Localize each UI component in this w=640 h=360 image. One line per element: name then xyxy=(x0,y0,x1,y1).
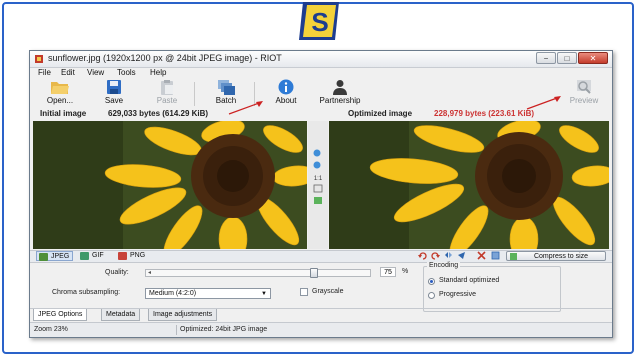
options-tabs: JPEG Options Metadata Image adjustments xyxy=(30,308,612,321)
toolbar-separator xyxy=(194,82,195,106)
encoding-title: Encoding xyxy=(427,262,461,269)
window-title: sunflower.jpg (1920x1200 px @ 24bit JPEG… xyxy=(48,53,282,63)
slider-left-arrow-icon: ◂ xyxy=(148,270,152,276)
jpeg-icon xyxy=(39,253,48,261)
minimize-button[interactable]: − xyxy=(536,52,556,64)
progressive-label: Progressive xyxy=(439,291,476,298)
initial-size-value: 629,033 bytes (614.29 KiB) xyxy=(108,109,209,118)
quality-slider[interactable]: ◂ xyxy=(145,268,371,278)
compress-icon xyxy=(510,253,517,260)
channel-logo: S xyxy=(299,2,339,40)
zoom-out-icon[interactable] xyxy=(313,161,323,170)
menu-tools[interactable]: Tools xyxy=(117,68,136,77)
status-separator xyxy=(176,325,177,335)
optimized-status: Optimized: 24bit JPG image xyxy=(180,326,268,333)
format-tab-png[interactable]: PNG xyxy=(116,251,148,261)
format-tab-gif[interactable]: GIF xyxy=(78,251,107,261)
menu-help[interactable]: Help xyxy=(150,68,166,77)
magnifier-icon xyxy=(577,80,591,94)
menu-edit[interactable]: Edit xyxy=(61,68,75,77)
progressive-radio[interactable] xyxy=(428,292,435,299)
zoom-in-icon[interactable] xyxy=(313,149,323,158)
compress-to-size-button[interactable]: Compress to size xyxy=(506,251,606,261)
optimized-image-pane[interactable] xyxy=(329,121,609,249)
title-bar: sunflower.jpg (1920x1200 px @ 24bit JPEG… xyxy=(30,51,612,68)
info-icon xyxy=(278,79,294,95)
paste-button[interactable]: Paste xyxy=(145,79,189,107)
open-button[interactable]: Open... xyxy=(38,79,82,107)
person-icon xyxy=(333,80,347,95)
red-arrow-annotation xyxy=(228,101,263,115)
red-arrow-annotation xyxy=(526,96,561,110)
clipboard-icon xyxy=(161,80,173,95)
tab-metadata[interactable]: Metadata xyxy=(101,309,141,321)
batch-images-icon xyxy=(218,80,235,95)
grayscale-label: Grayscale xyxy=(312,288,344,295)
flip-icon[interactable] xyxy=(444,251,453,260)
optimized-size-value: 228,979 bytes (223.61 KiB) xyxy=(434,109,535,118)
actual-size-icon[interactable]: 1:1 xyxy=(313,173,323,182)
clear-icon[interactable] xyxy=(477,251,486,260)
folder-icon xyxy=(51,82,69,94)
encoding-group: Encoding Standard optimized Progressive xyxy=(423,262,561,312)
standard-optimized-label: Standard optimized xyxy=(439,277,500,284)
jpeg-options-panel: Quality: ◂ 75 % Chroma subsampling: Medi… xyxy=(30,262,612,314)
quality-value-field[interactable]: 75 xyxy=(380,267,396,277)
svg-text:S: S xyxy=(311,7,328,37)
undo-icon[interactable] xyxy=(418,251,427,260)
optimized-image-label: Optimized image xyxy=(348,109,413,118)
app-icon xyxy=(35,55,43,63)
initial-image-pane[interactable] xyxy=(33,121,307,249)
zoom-status: Zoom 23% xyxy=(34,326,68,333)
gif-icon xyxy=(80,252,89,260)
menu-file[interactable]: File xyxy=(38,68,51,77)
format-tab-jpeg[interactable]: JPEG xyxy=(36,251,74,261)
maximize-button[interactable]: □ xyxy=(557,52,577,64)
send-icon[interactable] xyxy=(457,251,466,260)
fit-icon[interactable] xyxy=(313,184,323,193)
save-button[interactable]: Save xyxy=(92,79,136,107)
chevron-down-icon: ▼ xyxy=(261,291,267,297)
png-icon xyxy=(118,252,127,260)
standard-optimized-radio[interactable] xyxy=(428,278,435,285)
tab-image-adjustments[interactable]: Image adjustments xyxy=(148,309,218,321)
menu-bar: File Edit View Tools Help xyxy=(30,68,612,79)
sunflower-image xyxy=(329,121,609,249)
quality-label: Quality: xyxy=(105,269,129,276)
riot-window: sunflower.jpg (1920x1200 px @ 24bit JPEG… xyxy=(29,50,613,338)
chroma-subsampling-label: Chroma subsampling: xyxy=(52,289,121,296)
menu-view[interactable]: View xyxy=(87,68,104,77)
resize-icon[interactable] xyxy=(491,251,500,260)
sync-view-icon[interactable] xyxy=(313,196,323,205)
initial-image-label: Initial image xyxy=(40,109,87,118)
about-button[interactable]: About xyxy=(264,79,308,107)
partnership-button[interactable]: Partnership xyxy=(315,79,365,107)
tab-jpeg-options[interactable]: JPEG Options xyxy=(33,309,88,321)
preview-button[interactable]: Preview xyxy=(562,79,606,107)
quality-slider-thumb[interactable] xyxy=(310,268,318,278)
grayscale-checkbox[interactable] xyxy=(300,288,308,296)
svg-text:1:1: 1:1 xyxy=(314,176,323,182)
redo-icon[interactable] xyxy=(431,251,440,260)
status-bar: Zoom 23% Optimized: 24bit JPG image xyxy=(30,322,612,337)
quality-unit: % xyxy=(402,268,409,275)
floppy-disk-icon xyxy=(107,80,121,94)
chroma-subsampling-select[interactable]: Medium (4:2:0) ▼ xyxy=(145,288,271,299)
close-button[interactable]: ✕ xyxy=(578,52,608,64)
compare-tools-strip: 1:1 xyxy=(308,121,328,249)
sunflower-image xyxy=(33,121,307,249)
